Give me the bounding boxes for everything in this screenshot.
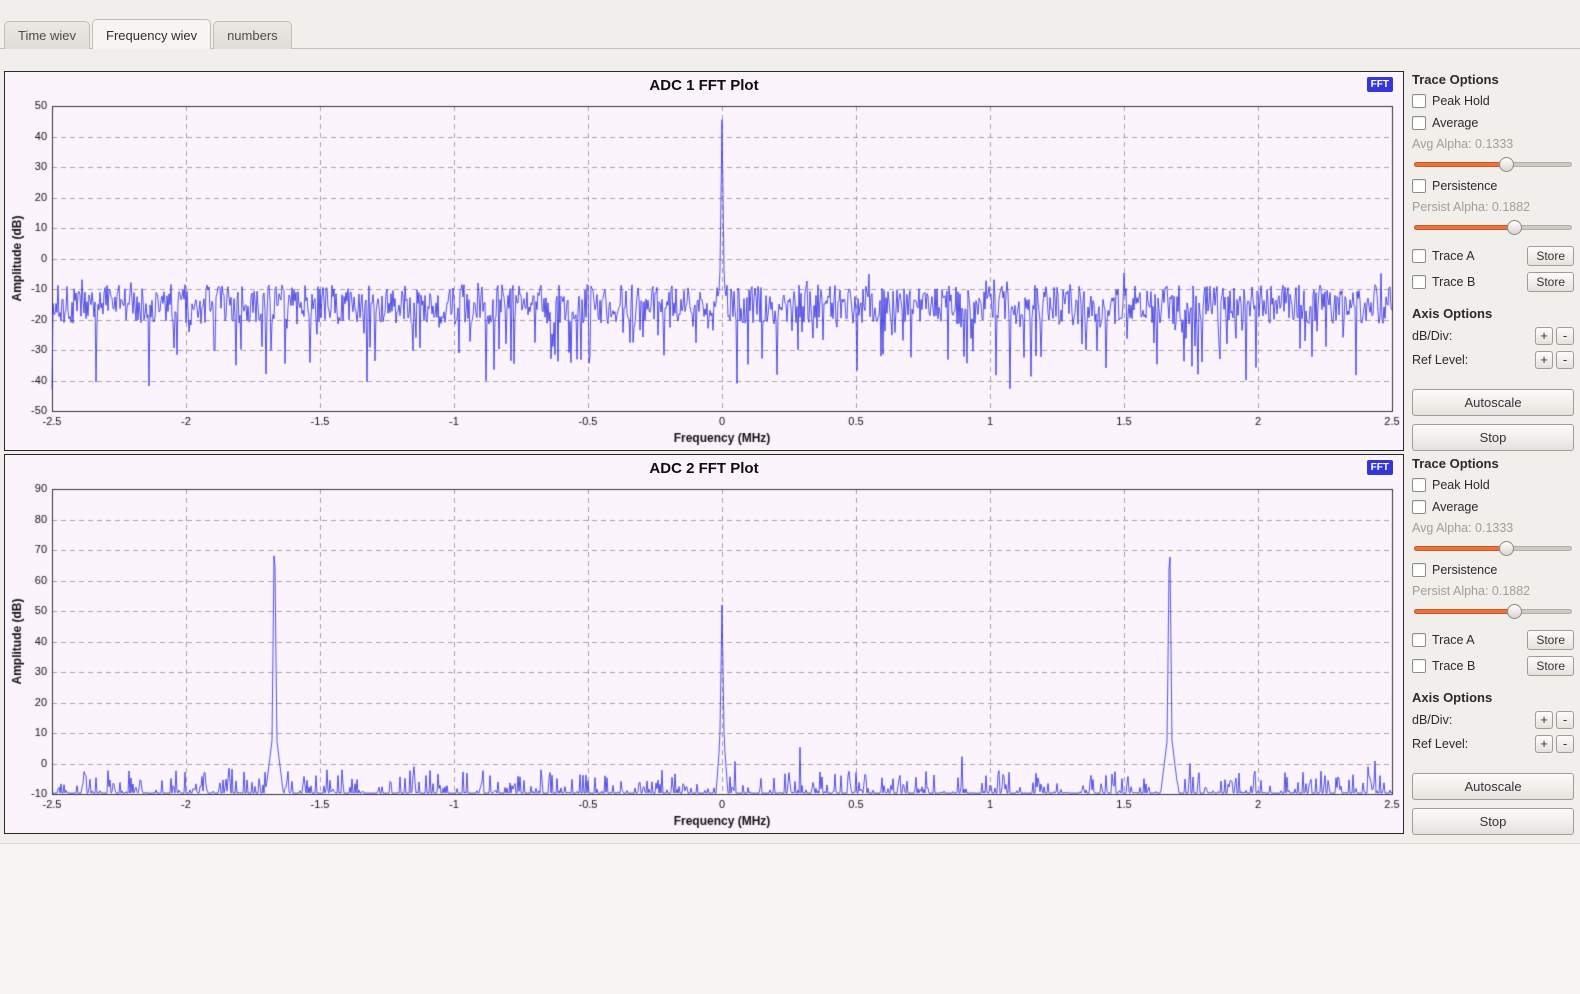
trace-b-checkbox[interactable] xyxy=(1412,275,1426,289)
trace-options-heading: Trace Options xyxy=(1412,72,1574,87)
peak-hold-row: Peak Hold xyxy=(1412,93,1574,109)
db-div-plus-button[interactable]: + xyxy=(1535,711,1553,729)
persistence-checkbox[interactable] xyxy=(1412,179,1426,193)
db-div-row: dB/Div: + - xyxy=(1412,327,1574,345)
persistence-checkbox[interactable] xyxy=(1412,563,1426,577)
average-checkbox[interactable] xyxy=(1412,500,1426,514)
stop-button[interactable]: Stop xyxy=(1412,808,1574,835)
ref-level-label: Ref Level: xyxy=(1412,353,1468,367)
ref-level-row: Ref Level: + - xyxy=(1412,351,1574,369)
trace-b-checkbox[interactable] xyxy=(1412,659,1426,673)
adc2-fft-plot-widget: ADC 2 FFT Plot FFT xyxy=(4,454,1404,834)
store-trace-a-button[interactable]: Store xyxy=(1527,630,1574,650)
fft-badge: FFT xyxy=(1367,460,1393,475)
slider-handle[interactable] xyxy=(1507,604,1522,619)
avg-alpha-slider[interactable] xyxy=(1414,541,1572,556)
db-div-label: dB/Div: xyxy=(1412,329,1452,343)
trace-a-row: Trace A Store xyxy=(1412,246,1574,266)
ref-level-row: Ref Level: + - xyxy=(1412,735,1574,753)
fft-badge: FFT xyxy=(1367,77,1393,92)
slider-fill xyxy=(1414,225,1514,230)
ref-level-minus-button[interactable]: - xyxy=(1556,735,1574,753)
store-trace-a-button[interactable]: Store xyxy=(1527,246,1574,266)
average-checkbox[interactable] xyxy=(1412,116,1426,130)
trace-b-label: Trace B xyxy=(1432,275,1475,289)
persist-alpha-label: Persist Alpha: 0.1882 xyxy=(1412,584,1574,598)
ref-level-plus-button[interactable]: + xyxy=(1535,351,1553,369)
trace-options-heading: Trace Options xyxy=(1412,456,1574,471)
trace-b-row: Trace B Store xyxy=(1412,656,1574,676)
avg-alpha-label: Avg Alpha: 0.1333 xyxy=(1412,137,1574,151)
peak-hold-checkbox[interactable] xyxy=(1412,478,1426,492)
stop-button[interactable]: Stop xyxy=(1412,424,1574,451)
peak-hold-label: Peak Hold xyxy=(1432,94,1490,108)
ref-level-label: Ref Level: xyxy=(1412,737,1468,751)
slider-fill xyxy=(1414,546,1506,551)
store-trace-b-button[interactable]: Store xyxy=(1527,656,1574,676)
tab-bar: Time wiev Frequency wiev numbers xyxy=(0,0,1580,49)
db-div-minus-button[interactable]: - xyxy=(1556,327,1574,345)
store-trace-b-button[interactable]: Store xyxy=(1527,272,1574,292)
slider-fill xyxy=(1414,162,1506,167)
slider-handle[interactable] xyxy=(1499,541,1514,556)
persist-alpha-slider[interactable] xyxy=(1414,220,1572,235)
empty-panel xyxy=(0,843,1580,994)
slider-fill xyxy=(1414,609,1514,614)
db-div-label: dB/Div: xyxy=(1412,713,1452,727)
peak-hold-checkbox[interactable] xyxy=(1412,94,1426,108)
autoscale-button[interactable]: Autoscale xyxy=(1412,389,1574,416)
trace-a-label: Trace A xyxy=(1432,249,1475,263)
trace-a-label: Trace A xyxy=(1432,633,1475,647)
average-row: Average xyxy=(1412,499,1574,515)
average-label: Average xyxy=(1432,500,1478,514)
trace-panel: Trace Options Peak Hold Average Avg Alph… xyxy=(1412,72,1574,451)
peak-hold-label: Peak Hold xyxy=(1432,478,1490,492)
slider-handle[interactable] xyxy=(1499,157,1514,172)
trace-b-row: Trace B Store xyxy=(1412,272,1574,292)
persistence-row: Persistence xyxy=(1412,562,1574,578)
adc1-plot-title: ADC 1 FFT Plot xyxy=(5,77,1403,94)
tab-numbers[interactable]: numbers xyxy=(213,21,292,49)
autoscale-button[interactable]: Autoscale xyxy=(1412,773,1574,800)
average-label: Average xyxy=(1432,116,1478,130)
tab-frequency-view[interactable]: Frequency wiev xyxy=(92,19,211,49)
persist-alpha-slider[interactable] xyxy=(1414,604,1572,619)
axis-options-heading: Axis Options xyxy=(1412,690,1574,705)
db-div-minus-button[interactable]: - xyxy=(1556,711,1574,729)
avg-alpha-slider[interactable] xyxy=(1414,157,1572,172)
adc1-fft-plot-widget: ADC 1 FFT Plot FFT xyxy=(4,71,1404,451)
db-div-plus-button[interactable]: + xyxy=(1535,327,1553,345)
tab-time-view[interactable]: Time wiev xyxy=(4,21,90,49)
trace-a-checkbox[interactable] xyxy=(1412,249,1426,263)
persistence-label: Persistence xyxy=(1432,179,1497,193)
trace-panel: Trace Options Peak Hold Average Avg Alph… xyxy=(1412,456,1574,835)
ref-level-minus-button[interactable]: - xyxy=(1556,351,1574,369)
adc2-fft-canvas[interactable] xyxy=(6,481,1402,832)
persistence-label: Persistence xyxy=(1432,563,1497,577)
avg-alpha-label: Avg Alpha: 0.1333 xyxy=(1412,521,1574,535)
persistence-row: Persistence xyxy=(1412,178,1574,194)
persist-alpha-label: Persist Alpha: 0.1882 xyxy=(1412,200,1574,214)
slider-handle[interactable] xyxy=(1507,220,1522,235)
adc2-plot-title: ADC 2 FFT Plot xyxy=(5,460,1403,477)
db-div-row: dB/Div: + - xyxy=(1412,711,1574,729)
axis-options-heading: Axis Options xyxy=(1412,306,1574,321)
peak-hold-row: Peak Hold xyxy=(1412,477,1574,493)
trace-a-checkbox[interactable] xyxy=(1412,633,1426,647)
adc1-fft-canvas[interactable] xyxy=(6,98,1402,449)
trace-b-label: Trace B xyxy=(1432,659,1475,673)
trace-a-row: Trace A Store xyxy=(1412,630,1574,650)
average-row: Average xyxy=(1412,115,1574,131)
ref-level-plus-button[interactable]: + xyxy=(1535,735,1553,753)
